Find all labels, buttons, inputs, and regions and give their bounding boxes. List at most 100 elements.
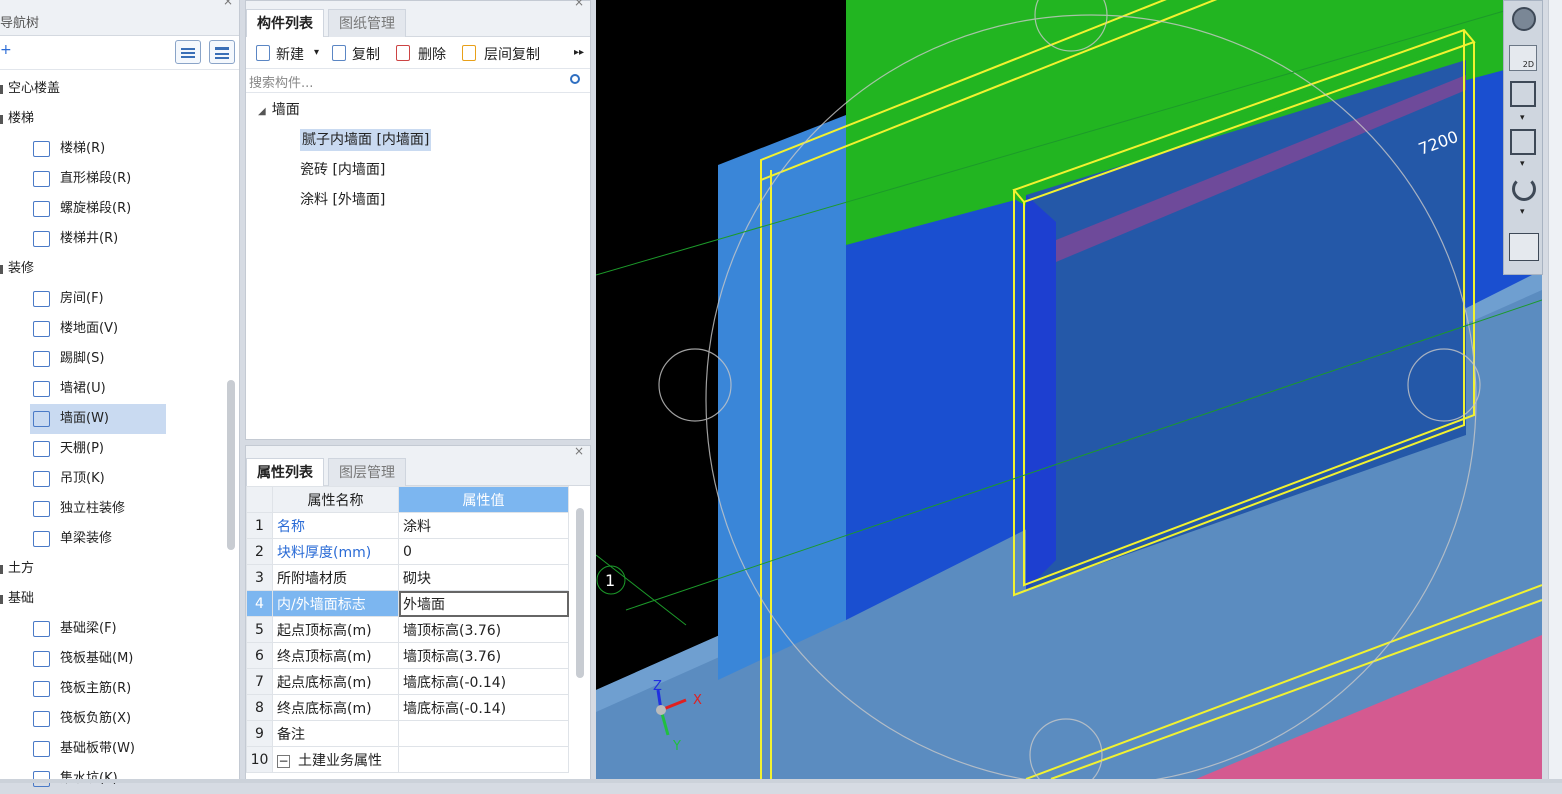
list-view-icon[interactable] (175, 40, 201, 64)
delete-icon[interactable] (396, 45, 410, 61)
nav-scrollbar[interactable] (227, 380, 235, 550)
3d-viewport[interactable]: 1 7200 X Z Y (596, 0, 1542, 779)
property-value[interactable]: 墙底标高(-0.14) (398, 694, 569, 721)
component-type-icon (33, 741, 50, 757)
property-value[interactable] (398, 746, 569, 773)
tab-component-list[interactable]: 构件列表 (246, 9, 324, 37)
nav-item[interactable]: 墙面(W) (0, 404, 239, 434)
delete-button[interactable]: 删除 (418, 44, 446, 64)
nav-item[interactable]: 筏板基础(M) (0, 644, 239, 674)
property-row[interactable]: 4 内/外墙面标志 外墙面 (246, 590, 569, 617)
nav-group[interactable]: 基础 (0, 584, 239, 614)
tab-drawing-management[interactable]: 图纸管理 (328, 9, 406, 37)
nav-item[interactable]: 楼地面(V) (0, 314, 239, 344)
orbit-icon[interactable] (1512, 7, 1536, 31)
property-row[interactable]: 6 终点顶标高(m) 墙顶标高(3.76) (246, 642, 569, 669)
component-type-icon (33, 531, 50, 547)
nav-item[interactable]: 天棚(P) (0, 434, 239, 464)
nav-item[interactable]: 基础板带(W) (0, 734, 239, 764)
property-value[interactable] (398, 720, 569, 747)
chevron-down-icon[interactable]: ▾ (1520, 207, 1525, 217)
nav-item[interactable]: 房间(F) (0, 284, 239, 314)
property-value[interactable]: 墙顶标高(3.76) (398, 616, 569, 643)
property-value[interactable]: 外墙面 (398, 590, 569, 617)
component-type-icon (33, 171, 50, 187)
add-icon[interactable]: + (0, 42, 12, 58)
more-icon[interactable]: ▸▸ (574, 47, 584, 58)
component-type-icon (33, 411, 50, 427)
property-row[interactable]: 7 起点底标高(m) 墙底标高(-0.14) (246, 668, 569, 695)
component-type-icon (33, 231, 50, 247)
property-value-header: 属性值 (398, 486, 569, 513)
component-item[interactable]: 瓷砖 [内墙面] (246, 155, 590, 185)
new-button[interactable]: 新建 (276, 44, 304, 64)
property-value[interactable]: 砌块 (398, 564, 569, 591)
nav-item[interactable]: 墙裙(U) (0, 374, 239, 404)
property-name-label: 起点底标高(m) (277, 674, 372, 691)
grid-view-icon[interactable] (1509, 233, 1539, 261)
nav-item[interactable]: 楼梯(R) (0, 134, 239, 164)
nav-item[interactable]: 筏板负筋(X) (0, 704, 239, 734)
nav-item[interactable]: 独立柱装修 (0, 494, 239, 524)
view-2d-button[interactable]: 2D (1509, 45, 1537, 71)
component-item[interactable]: 腻子内墙面 [内墙面] (246, 125, 590, 155)
collapse-icon[interactable]: − (277, 754, 290, 768)
close-icon[interactable]: × (223, 0, 233, 8)
nav-item[interactable]: 筏板主筋(R) (0, 674, 239, 704)
category-wall-surface[interactable]: ◢ 墙面 (246, 95, 590, 125)
search-input[interactable]: 搜索构件... (249, 72, 313, 91)
property-row[interactable]: 5 起点顶标高(m) 墙顶标高(3.76) (246, 616, 569, 643)
floor-copy-icon[interactable] (462, 45, 476, 61)
tab-layer-management[interactable]: 图层管理 (328, 458, 406, 486)
component-type-icon (33, 621, 50, 637)
chevron-down-icon[interactable]: ▾ (1520, 159, 1525, 169)
property-value[interactable]: 涂料 (398, 512, 569, 539)
chevron-down-icon[interactable]: ▾ (314, 47, 319, 58)
property-row[interactable]: 8 终点底标高(m) 墙底标高(-0.14) (246, 694, 569, 721)
component-search[interactable]: 搜索构件... (246, 69, 590, 93)
copy-icon[interactable] (332, 45, 346, 61)
new-icon[interactable] (256, 45, 270, 61)
component-type-icon (33, 381, 50, 397)
nav-item[interactable]: 楼梯井(R) (0, 224, 239, 254)
wireframe-cube-icon[interactable] (1510, 129, 1536, 155)
property-value[interactable]: 墙顶标高(3.76) (398, 642, 569, 669)
nav-group[interactable]: 空心楼盖 (0, 74, 239, 104)
property-row[interactable]: 10− 土建业务属性 (246, 746, 569, 773)
expand-icon[interactable]: ◢ (258, 106, 266, 117)
nav-item[interactable]: 单梁装修 (0, 524, 239, 554)
nav-group[interactable]: 土方 (0, 554, 239, 584)
property-scrollbar[interactable] (576, 508, 584, 678)
property-row[interactable]: 9 备注 (246, 720, 569, 747)
nav-group[interactable]: 装修 (0, 254, 239, 284)
component-label: 涂料 [外墙面] (300, 192, 386, 208)
close-icon[interactable]: × (574, 444, 584, 458)
chevron-down-icon[interactable]: ▾ (1520, 113, 1525, 123)
nav-item[interactable]: 直形梯段(R) (0, 164, 239, 194)
nav-item[interactable]: 吊顶(K) (0, 464, 239, 494)
search-icon[interactable] (570, 74, 580, 84)
nav-item[interactable]: 螺旋梯段(R) (0, 194, 239, 224)
tab-property-list[interactable]: 属性列表 (246, 458, 324, 486)
component-type-icon (33, 471, 50, 487)
rotate-icon[interactable] (1512, 177, 1536, 201)
detail-view-icon[interactable] (209, 40, 235, 64)
component-list-panel: 构件列表 图纸管理 × 新建 ▾ 复制 删除 层间复制 ▸▸ 搜索构件... ◢… (245, 0, 591, 440)
cube-view-icon[interactable] (1510, 81, 1536, 107)
nav-item[interactable]: 基础梁(F) (0, 614, 239, 644)
floor-copy-button[interactable]: 层间复制 (484, 44, 540, 64)
component-item[interactable]: 涂料 [外墙面] (246, 185, 590, 215)
nav-item[interactable]: 踢脚(S) (0, 344, 239, 374)
nav-header: 导航树 × (0, 0, 239, 36)
property-value[interactable]: 0 (398, 538, 569, 565)
nav-item-label: 基础梁(F) (60, 621, 117, 636)
nav-group[interactable]: 楼梯 (0, 104, 239, 134)
property-row[interactable]: 1 名称 涂料 (246, 512, 569, 539)
close-icon[interactable]: × (574, 0, 584, 9)
axis-letter: X (693, 693, 702, 708)
copy-button[interactable]: 复制 (352, 44, 380, 64)
property-name-label: 备注 (277, 726, 305, 743)
property-row[interactable]: 3 所附墙材质 砌块 (246, 564, 569, 591)
property-row[interactable]: 2 块料厚度(mm) 0 (246, 538, 569, 565)
property-value[interactable]: 墙底标高(-0.14) (398, 668, 569, 695)
